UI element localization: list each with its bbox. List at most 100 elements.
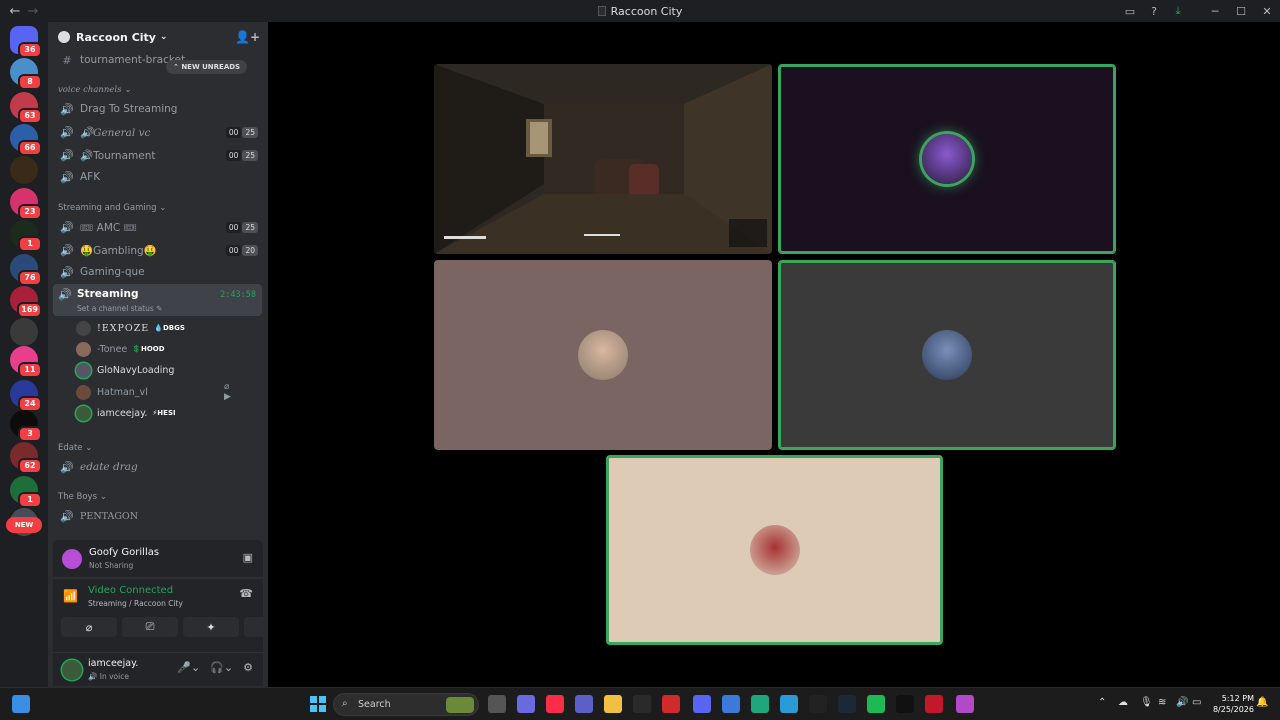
- avatar[interactable]: [62, 660, 82, 680]
- mic-tray-icon[interactable]: 🎙: [1140, 697, 1153, 708]
- notification-icon[interactable]: 🔔: [1256, 697, 1268, 708]
- share-screen-button[interactable]: ⎚: [122, 617, 178, 637]
- server-icon-1[interactable]: 36: [10, 26, 42, 58]
- speaker-icon: 🔊: [60, 265, 74, 279]
- server-icon-9[interactable]: 169: [10, 286, 42, 318]
- start-button[interactable]: [309, 695, 327, 713]
- channel-streaming-active[interactable]: 🔊 Streaming Set a channel status ✎ 2:43:…: [53, 284, 262, 316]
- channel-edate-drag[interactable]: 🔊 edate drag: [56, 457, 262, 477]
- voice-location[interactable]: Streaming / Raccoon City: [88, 599, 183, 608]
- guild-name: Raccoon City: [76, 30, 156, 44]
- close-button[interactable]: ✕: [1254, 0, 1280, 22]
- app-spotify-icon[interactable]: [867, 695, 885, 713]
- stream-channel-2[interactable]: 🔊 Gaming-que: [56, 262, 262, 282]
- app-a-icon[interactable]: [722, 695, 740, 713]
- music-icon[interactable]: [546, 695, 564, 713]
- help-icon[interactable]: ?: [1142, 0, 1166, 22]
- new-unreads-pill[interactable]: ⌃ NEW UNREADS: [166, 60, 248, 74]
- settings-gear-icon[interactable]: ⚙: [243, 661, 253, 674]
- copilot-icon[interactable]: [517, 695, 535, 713]
- channel-label: 🔊Tournament: [80, 149, 156, 162]
- inbox-icon[interactable]: ▭: [1118, 0, 1142, 22]
- server-icon-2[interactable]: 8: [10, 58, 42, 90]
- teams-icon[interactable]: [575, 695, 593, 713]
- server-icon-5[interactable]: [10, 156, 38, 184]
- voice-member[interactable]: -Tonee 💲HOOD: [76, 339, 165, 359]
- stream-channel-0[interactable]: 🔊 🎟 AMC 🎟 00 25: [56, 217, 262, 237]
- tiktok-icon[interactable]: [896, 695, 914, 713]
- category-edate[interactable]: Edate ⌄: [58, 443, 92, 453]
- file-explorer-icon[interactable]: [604, 695, 622, 713]
- wifi-icon[interactable]: ≋: [1158, 697, 1166, 708]
- voice-member[interactable]: Hatman_vl ⌀ ▶: [76, 382, 231, 402]
- voice-member[interactable]: iamceejay. ⚡HESI: [76, 403, 176, 423]
- app-purple-icon[interactable]: [956, 695, 974, 713]
- screen-share-icon[interactable]: ▣: [243, 551, 253, 564]
- participant-tile-2[interactable]: [434, 260, 772, 450]
- app-nvidia-icon[interactable]: [809, 695, 827, 713]
- server-icon-4[interactable]: 66: [10, 124, 42, 156]
- activities-button[interactable]: ✦: [183, 617, 239, 637]
- app-red-icon[interactable]: [925, 695, 943, 713]
- minimize-button[interactable]: ─: [1202, 0, 1228, 22]
- server-icon-8[interactable]: 76: [10, 254, 42, 286]
- volume-icon[interactable]: 🔊: [1176, 697, 1188, 708]
- edge-icon[interactable]: [780, 695, 798, 713]
- server-icon-3[interactable]: 63: [10, 92, 42, 124]
- channel-status-text[interactable]: Set a channel status ✎: [77, 304, 162, 313]
- onedrive-icon[interactable]: ☁: [1118, 697, 1128, 708]
- app-green-icon[interactable]: [751, 695, 769, 713]
- stream-tile-game[interactable]: [434, 64, 772, 254]
- participant-tile-3[interactable]: [778, 260, 1116, 450]
- category-voice-channels[interactable]: voice channels ⌄: [58, 85, 131, 95]
- new-servers-pill[interactable]: NEW: [6, 517, 42, 533]
- maximize-button[interactable]: ☐: [1228, 0, 1254, 22]
- channel-pentagon[interactable]: 🔊 PENTAGON: [56, 506, 262, 526]
- signal-icon[interactable]: 📶: [63, 589, 78, 603]
- camera-off-button[interactable]: ⌀: [61, 617, 117, 637]
- server-icon-13[interactable]: 3: [10, 410, 42, 442]
- voice-channel-3[interactable]: 🔊 AFK: [56, 167, 262, 187]
- server-icon-14[interactable]: 62: [10, 442, 42, 474]
- store-icon[interactable]: [633, 695, 651, 713]
- server-icon-10[interactable]: [10, 318, 38, 346]
- disconnect-icon[interactable]: ☎: [239, 587, 253, 600]
- steam-icon[interactable]: [838, 695, 856, 713]
- task-view-icon[interactable]: [488, 695, 506, 713]
- participant-tile-4[interactable]: [606, 455, 943, 645]
- channel-label: 🔊General vc: [80, 126, 151, 139]
- server-icon-12[interactable]: 24: [10, 380, 42, 412]
- server-icon-7[interactable]: 1: [10, 220, 42, 252]
- category-the-boys[interactable]: The Boys ⌄: [58, 492, 107, 502]
- clock[interactable]: 5:12 PM 8/25/2026: [1213, 693, 1254, 715]
- mention-badge: 62: [18, 458, 42, 474]
- download-icon[interactable]: ⤓: [1166, 0, 1190, 22]
- stream-channel-1[interactable]: 🔊 🤑Gambling🤑 00 20: [56, 240, 262, 260]
- server-icon-11[interactable]: 11: [10, 346, 42, 378]
- member-tag: 💧DBGS: [154, 324, 185, 332]
- video-stage: [268, 22, 1280, 687]
- search-box[interactable]: ⌕ Search: [333, 693, 479, 716]
- username[interactable]: iamceejay.: [88, 658, 138, 669]
- forward-arrow-icon[interactable]: →: [24, 4, 42, 19]
- voice-channel-0[interactable]: 🔊 Drag To Streaming: [56, 99, 262, 119]
- widgets-icon[interactable]: [12, 695, 30, 713]
- server-icon-15[interactable]: 1: [10, 476, 42, 508]
- server-icon-6[interactable]: 23: [10, 188, 42, 220]
- app-l-icon[interactable]: [662, 695, 680, 713]
- guild-header[interactable]: Raccoon City ⌄ 👤+: [48, 22, 268, 52]
- headphones-icon[interactable]: 🎧⌄: [210, 661, 233, 674]
- voice-channel-2[interactable]: 🔊 🔊Tournament 00 25: [56, 145, 262, 165]
- invite-people-icon[interactable]: 👤+: [235, 30, 260, 44]
- voice-member[interactable]: GloNavyLoading: [76, 360, 174, 380]
- category-streaming-gaming[interactable]: Streaming and Gaming ⌄: [58, 203, 166, 213]
- back-arrow-icon[interactable]: ←: [6, 4, 24, 19]
- discord-icon[interactable]: [693, 695, 711, 713]
- show-hidden-icons[interactable]: ⌃: [1098, 697, 1106, 708]
- battery-icon[interactable]: ▭: [1192, 697, 1201, 708]
- voice-channel-1[interactable]: 🔊 🔊General vc 00 25: [56, 122, 262, 142]
- microphone-icon[interactable]: 🎤⌄: [177, 661, 200, 674]
- participant-tile-1[interactable]: [778, 64, 1116, 254]
- voice-member[interactable]: !EXPOZE 💧DBGS: [76, 318, 185, 338]
- participant-avatar: [578, 330, 628, 380]
